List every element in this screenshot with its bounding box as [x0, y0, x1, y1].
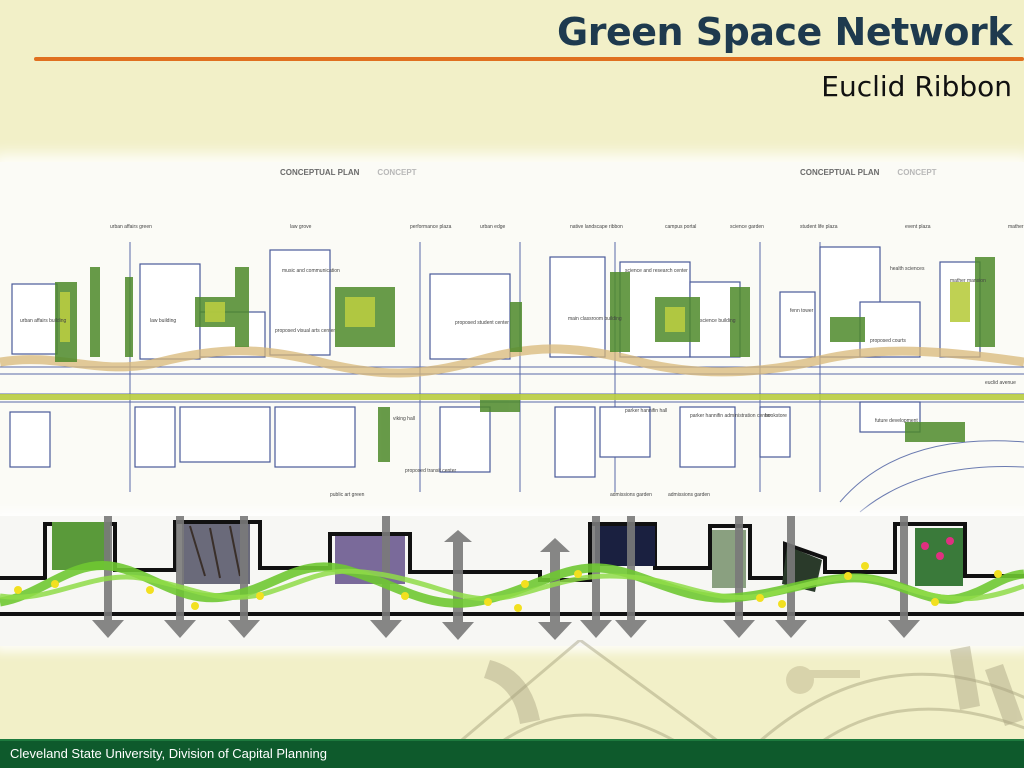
- plan-callout-top: student life plaza: [800, 224, 838, 230]
- university-seal-watermark: [430, 640, 1024, 750]
- plan-heading-left: CONCEPTUAL PLAN CONCEPT: [280, 168, 417, 177]
- plan-building-label: main classroom building: [568, 316, 622, 322]
- plan-callout-top: law grove: [290, 224, 312, 230]
- plan-callout-top: science garden: [730, 224, 764, 230]
- plan-building-label: music and communication: [282, 268, 340, 274]
- plan-callout-top: urban affairs green: [110, 224, 152, 230]
- street-label: euclid avenue: [985, 380, 1016, 386]
- plan-building-label: law building: [150, 318, 176, 324]
- plan-callout-bottom: public art green: [330, 492, 365, 498]
- title-rule: [34, 57, 1024, 61]
- plan-building-label: fenn tower: [790, 308, 814, 314]
- plan-callout-top: event plaza: [905, 224, 931, 230]
- plan-heading-right: CONCEPTUAL PLAN CONCEPT: [800, 168, 937, 177]
- footer-bar: Cleveland State University, Division of …: [0, 739, 1024, 768]
- plan-callout-top: campus portal: [665, 224, 696, 230]
- plan-building-label: parker hannifin hall: [625, 408, 667, 414]
- plan-building-label: mather mansion: [950, 278, 986, 284]
- plan-building-label: bookstore: [765, 413, 787, 419]
- plan-building-label: proposed student center: [455, 320, 509, 326]
- plan-callout-top: performance plaza: [410, 224, 452, 230]
- slide-title: Green Space Network: [557, 10, 1012, 54]
- plan-callout-top: native landscape ribbon: [570, 224, 623, 230]
- plan-building-label: proposed visual arts center: [275, 328, 335, 334]
- plan-building-label: health sciences: [890, 266, 925, 272]
- plan-building-label: science and research center: [625, 268, 688, 274]
- plan-building-label: proposed transit center: [405, 468, 456, 474]
- ribbon-section-diagram: [0, 516, 1024, 646]
- plan-building-label: future development: [875, 418, 918, 424]
- plan-callouts-bottom: public art green admissions garden admissi…: [330, 492, 710, 498]
- plan-callout-top: mather: [1008, 224, 1024, 230]
- plan-building-label: parker hannifin administration center: [690, 413, 771, 419]
- plan-callout-bottom: admissions garden: [610, 492, 652, 498]
- plan-building-label: viking hall: [393, 416, 415, 422]
- slide-subtitle: Euclid Ribbon: [821, 70, 1012, 103]
- plan-callout-bottom: admissions garden: [668, 492, 710, 498]
- plan-callout-top: urban edge: [480, 224, 506, 230]
- plan-building-label: proposed courts: [870, 338, 906, 344]
- conceptual-plan-image: urban affairs green law grove performance …: [0, 162, 1024, 522]
- plan-building-label: science building: [700, 318, 736, 324]
- plan-building-label: urban affairs building: [20, 318, 67, 324]
- footer-text: Cleveland State University, Division of …: [10, 746, 327, 761]
